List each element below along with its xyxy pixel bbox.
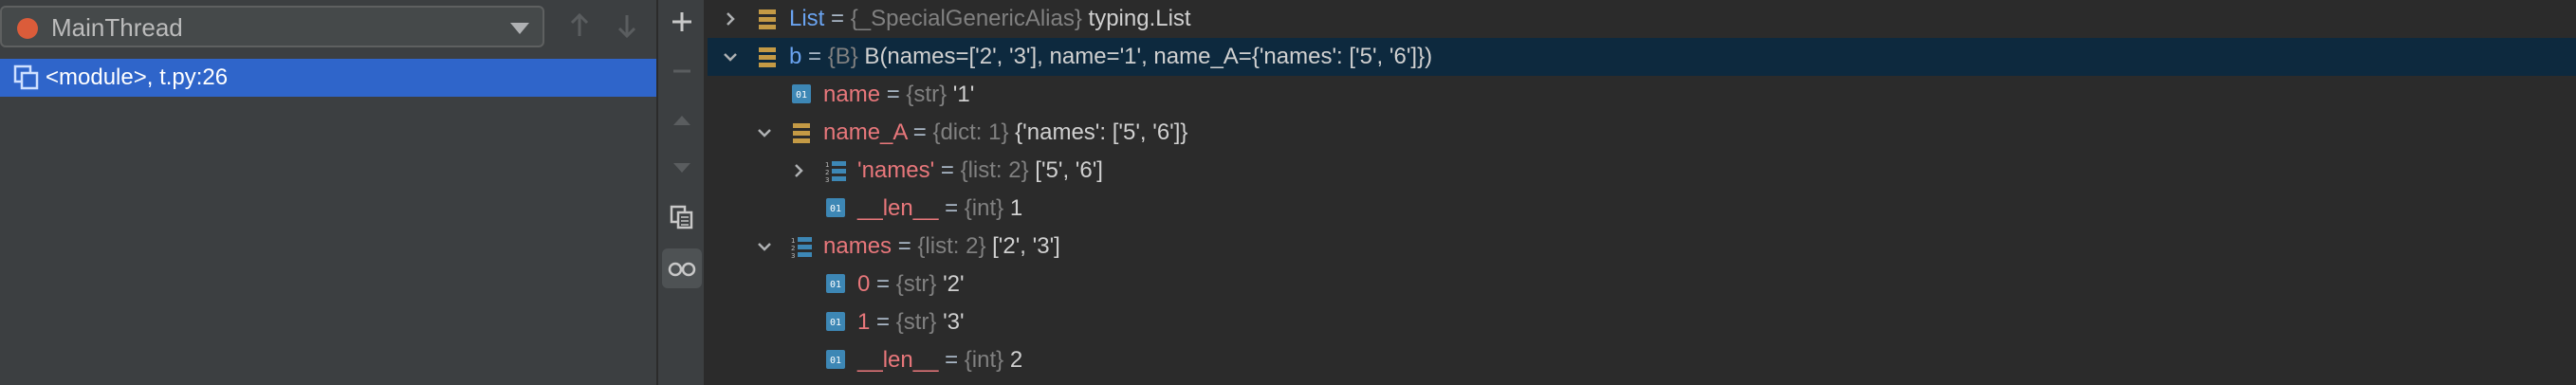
up-arrow-icon[interactable]	[567, 11, 592, 40]
variable-row[interactable]: 01 0 = {str} '2'	[708, 266, 2576, 303]
svg-text:2: 2	[791, 245, 795, 252]
down-arrow-icon[interactable]	[615, 11, 639, 40]
variable-type: {dict: 1}	[932, 119, 1009, 145]
variable-row[interactable]: 01 1 = {str} '3'	[708, 303, 2576, 341]
object-icon	[793, 123, 810, 143]
variable-name: name	[823, 82, 881, 107]
variable-type: {list: 2}	[917, 233, 986, 259]
variable-name: names	[823, 233, 892, 259]
svg-text:3: 3	[825, 176, 829, 184]
equals-sign: =	[880, 82, 907, 107]
watches-toggle[interactable]	[662, 248, 702, 288]
svg-text:2: 2	[825, 169, 829, 176]
variable-name: b	[789, 44, 802, 69]
variable-name: __len__	[857, 195, 939, 221]
chevron-down-icon[interactable]	[755, 237, 774, 256]
equals-sign: =	[801, 44, 828, 69]
variable-name: 'names'	[857, 157, 935, 183]
variable-type: {str}	[895, 309, 937, 335]
variable-name: __len__	[857, 347, 939, 373]
equals-sign: =	[824, 6, 851, 31]
svg-text:1: 1	[825, 161, 829, 169]
variable-type: {list: 2}	[960, 157, 1029, 183]
object-icon	[759, 47, 776, 67]
variable-value: '1'	[947, 82, 975, 107]
down-arrow-icon[interactable]	[668, 154, 696, 182]
variable-row[interactable]: 1 2 3 names = {list: 2} ['2', '3']	[708, 228, 2576, 266]
variable-row[interactable]: 01 name = {str} '1'	[708, 76, 2576, 114]
variable-type: {str}	[895, 271, 937, 297]
variable-value: B(names=['2', '3'], name='1', name_A={'n…	[857, 44, 1433, 69]
variable-value: '3'	[936, 309, 965, 335]
equals-sign: =	[870, 309, 896, 335]
primitive-icon: 01	[826, 198, 845, 217]
variable-row[interactable]: 1 2 3 'names' = {list: 2} ['5', '6']	[708, 152, 2576, 190]
object-icon	[759, 9, 776, 29]
list-icon: 1 2 3	[791, 237, 812, 260]
chevron-right-icon[interactable]	[721, 9, 740, 28]
up-arrow-icon[interactable]	[668, 106, 696, 135]
variable-type: {int}	[964, 347, 1004, 373]
variable-value: ['5', '6']	[1028, 157, 1103, 183]
primitive-icon: 01	[792, 84, 811, 103]
variable-value: {'names': ['5', '6']}	[1008, 119, 1188, 145]
variable-type: {int}	[964, 195, 1004, 221]
variable-type: {str}	[906, 82, 948, 107]
list-icon: 1 2 3	[825, 161, 846, 184]
svg-text:1: 1	[791, 237, 795, 245]
svg-text:01: 01	[830, 318, 841, 328]
chevron-down-icon	[510, 23, 529, 34]
thread-selector[interactable]: MainThread	[0, 6, 544, 47]
variable-name: 0	[857, 271, 871, 297]
variable-type: {B}	[827, 44, 858, 69]
svg-text:01: 01	[830, 280, 841, 290]
svg-text:01: 01	[830, 204, 841, 214]
variable-value: 1	[1003, 195, 1023, 221]
variable-row[interactable]: b = {B} B(names=['2', '3'], name='1', na…	[708, 38, 2576, 76]
chevron-right-icon[interactable]	[789, 161, 808, 180]
svg-text:01: 01	[830, 356, 841, 366]
variable-row[interactable]: List = {_SpecialGenericAlias} typing.Lis…	[708, 0, 2576, 38]
variable-type: {_SpecialGenericAlias}	[850, 6, 1082, 31]
svg-text:3: 3	[791, 252, 795, 260]
plus-icon[interactable]	[668, 8, 696, 36]
frame-label: <module>, t.py:26	[46, 64, 229, 90]
svg-text:01: 01	[796, 90, 807, 101]
variables-tree: List = {_SpecialGenericAlias} typing.Lis…	[708, 0, 2576, 385]
variable-row[interactable]: 01 __len__ = {int} 2	[708, 341, 2576, 379]
variable-row[interactable]: 01 __len__ = {int} 1	[708, 190, 2576, 228]
equals-sign: =	[934, 157, 961, 183]
glasses-icon	[668, 262, 696, 277]
variables-toolbar	[658, 0, 706, 385]
variable-value: ['2', '3']	[985, 233, 1060, 259]
equals-sign: =	[892, 233, 918, 259]
thread-status-icon	[17, 18, 38, 39]
equals-sign: =	[870, 271, 896, 297]
variable-value: 2	[1003, 347, 1023, 373]
variable-value: '2'	[936, 271, 965, 297]
variable-name: 1	[857, 309, 871, 335]
minus-icon[interactable]	[668, 57, 696, 85]
equals-sign: =	[938, 347, 965, 373]
frame-icon	[13, 64, 39, 90]
variable-value: typing.List	[1081, 6, 1191, 31]
chevron-down-icon[interactable]	[755, 123, 774, 142]
primitive-icon: 01	[826, 312, 845, 331]
primitive-icon: 01	[826, 350, 845, 369]
chevron-down-icon[interactable]	[721, 47, 740, 66]
equals-sign: =	[907, 119, 933, 145]
copy-icon[interactable]	[668, 203, 696, 231]
frame-row[interactable]: <module>, t.py:26	[0, 59, 656, 97]
thread-label: MainThread	[51, 13, 183, 42]
variable-name: List	[789, 6, 825, 31]
primitive-icon: 01	[826, 274, 845, 293]
variable-row[interactable]: name_A = {dict: 1} {'names': ['5', '6']}	[708, 114, 2576, 152]
variable-name: name_A	[823, 119, 908, 145]
frames-panel: MainThread <module>, t.py:26	[0, 0, 658, 385]
equals-sign: =	[938, 195, 965, 221]
